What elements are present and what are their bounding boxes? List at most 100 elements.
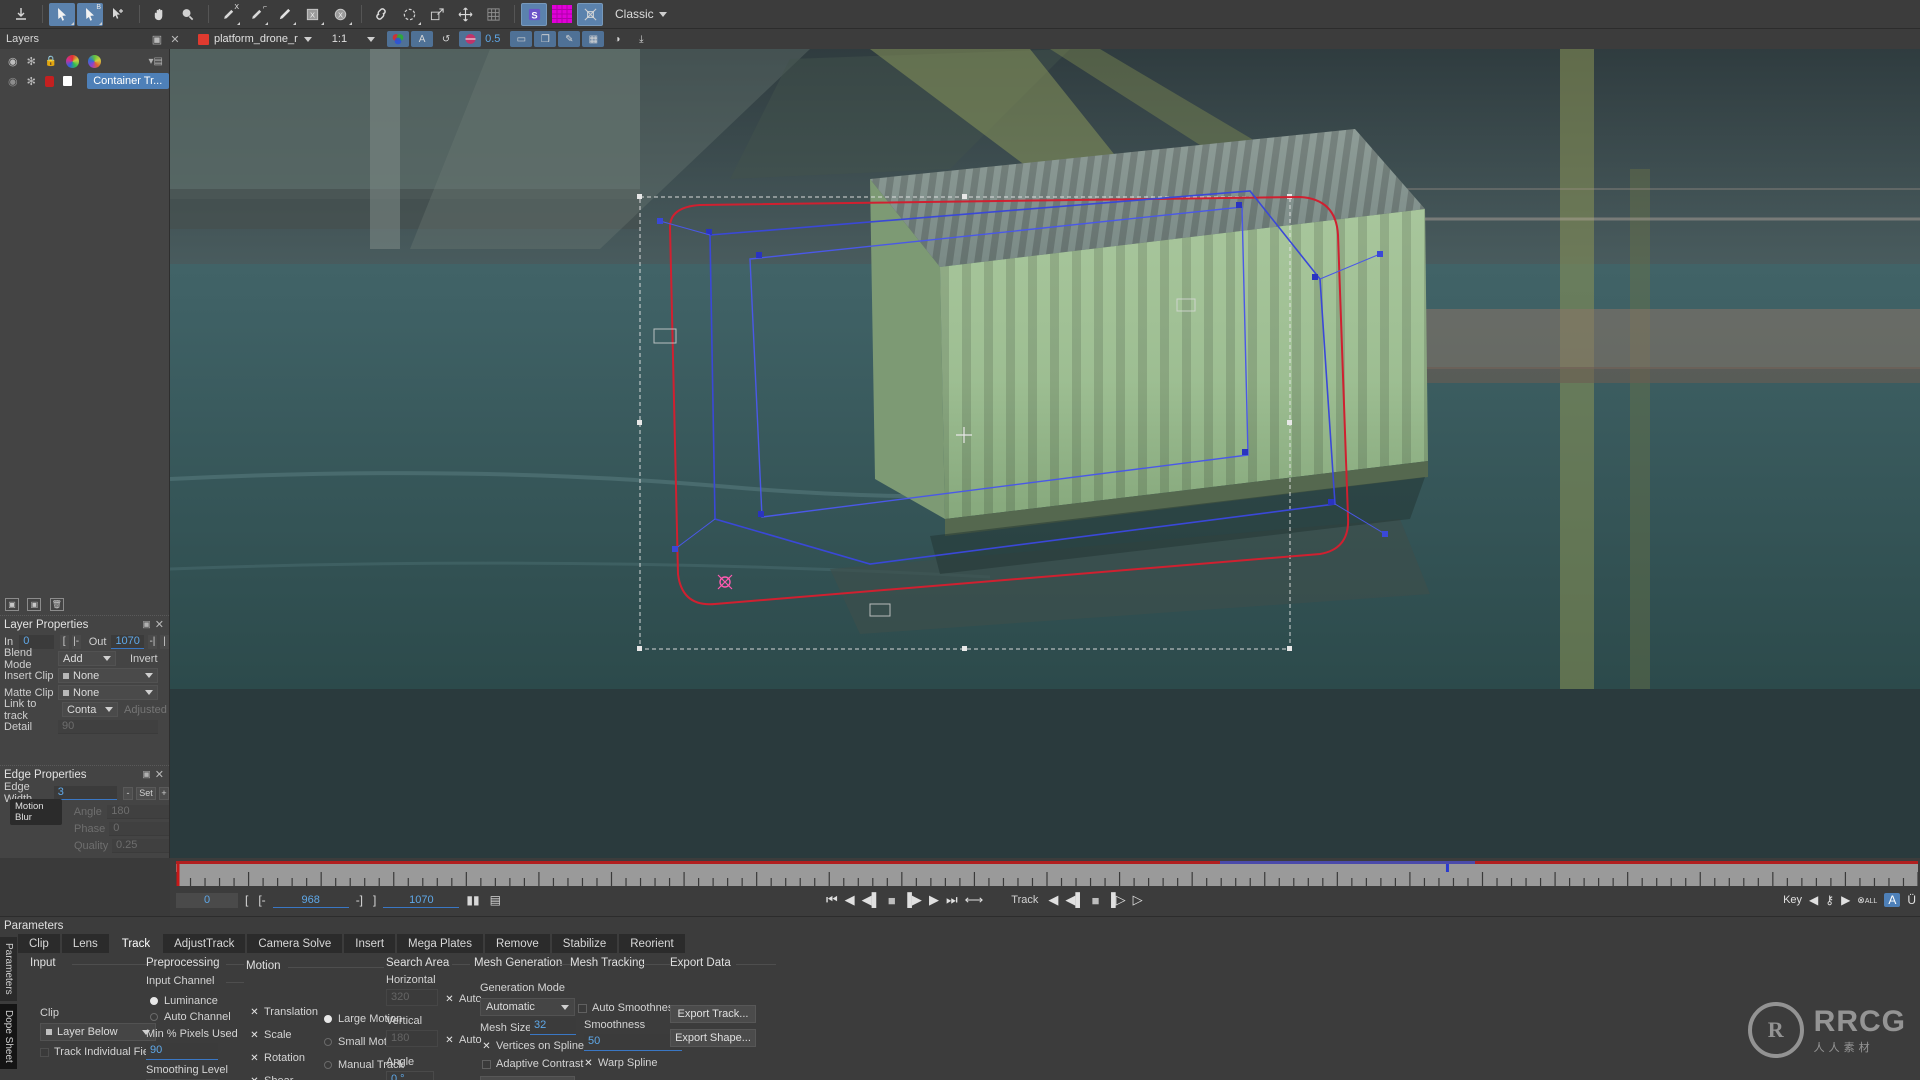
step-forward-button[interactable]: ▐▶ (903, 892, 922, 908)
translation-checkbox[interactable]: ✕ Translation (250, 1006, 318, 1018)
angle-field[interactable]: 180 (107, 804, 169, 819)
pin-icon[interactable]: ▣ (142, 619, 151, 630)
layers-menu-icon[interactable]: ▾▤ (149, 56, 163, 67)
phase-field[interactable]: 0 (109, 821, 169, 836)
matte-color-icon[interactable] (66, 54, 80, 68)
matte-clip-dropdown[interactable]: None (58, 685, 158, 700)
xspline-tool[interactable]: X (215, 3, 241, 26)
tab-parameters-vertical[interactable]: Parameters (0, 937, 17, 1001)
track-step-forward-button[interactable]: ▐▷ (1106, 892, 1125, 908)
loop-button[interactable]: ⟷ (965, 892, 984, 908)
tab-adjusttrack[interactable]: AdjustTrack (163, 934, 246, 953)
stabilize-s-icon[interactable]: S (521, 2, 547, 26)
out-point-field[interactable]: 1070 (383, 892, 460, 908)
list-item[interactable]: ◉ ✻ Container Tr... (0, 71, 169, 91)
transform-icon[interactable] (424, 3, 450, 26)
move-tool[interactable] (452, 3, 478, 26)
goto-out-button[interactable]: -] (353, 893, 366, 907)
unlink-keyframe-icon[interactable]: Ü (1907, 893, 1916, 907)
spline-color-icon[interactable] (88, 54, 102, 68)
tab-remove[interactable]: Remove (484, 934, 550, 953)
tab-mega-plates[interactable]: Mega Plates (397, 934, 483, 953)
invert-checkbox[interactable]: Invert (130, 653, 158, 665)
edge-width-decrement-button[interactable]: - (123, 786, 133, 800)
out-field[interactable]: 1070 (111, 634, 144, 649)
pan-hand-tool[interactable] (146, 3, 172, 26)
tab-camera-solve[interactable]: Camera Solve (247, 934, 343, 953)
go-to-start-button[interactable]: ⏮ (826, 892, 838, 908)
export-track-button[interactable]: Export Track... (670, 1005, 756, 1023)
quality-field[interactable]: 0.25 (112, 838, 169, 853)
set-in-bracket-button[interactable]: [ (59, 634, 69, 649)
edge-width-field[interactable]: 3 (53, 786, 117, 800)
goto-in-bracket-button[interactable]: |- (71, 634, 81, 649)
go-to-end-button[interactable]: ⏭ (946, 892, 958, 908)
add-keyframe-icon[interactable]: ⚷ (1825, 893, 1834, 907)
surface-icon[interactable] (577, 2, 603, 26)
clip-dropdown[interactable]: Layer Below (40, 1023, 156, 1041)
autokey-toggle[interactable]: A (1884, 893, 1901, 907)
tab-clip[interactable]: Clip (18, 934, 60, 953)
rotation-checkbox[interactable]: ✕ Rotation (250, 1052, 305, 1064)
prev-keyframe-button[interactable]: ◀ (1809, 893, 1818, 907)
current-frame-field[interactable]: 0 (176, 892, 238, 908)
mesh-size-field[interactable]: 32 (530, 1018, 576, 1035)
new-layer-group-icon[interactable]: ▣ (5, 598, 19, 611)
pin-icon[interactable]: ▣ (142, 769, 151, 780)
goto-in-button[interactable]: [- (255, 893, 268, 907)
vertical-field[interactable]: 180 (386, 1030, 438, 1047)
min-pixels-used-field[interactable]: 90 (146, 1043, 218, 1060)
reset-range-icon[interactable]: ▤ (487, 893, 504, 907)
tab-insert[interactable]: Insert (344, 934, 396, 953)
viewer-canvas[interactable] (170, 49, 1920, 858)
tab-lens[interactable]: Lens (61, 934, 109, 953)
play-backward-button[interactable]: ◀ (845, 892, 855, 908)
generate-mesh-button[interactable]: Generate mesh (480, 1076, 575, 1080)
color-channels-icon[interactable] (387, 31, 410, 47)
delete-layer-icon[interactable]: 🗑 (49, 598, 64, 611)
set-out-bracket-button[interactable]: | (159, 634, 170, 649)
trim-range-icon[interactable]: ▮▮ (463, 893, 482, 907)
clip-name-label[interactable]: platform_drone_r (214, 33, 298, 45)
layer-spline-color-swatch[interactable] (63, 76, 73, 86)
layout-preset-dropdown[interactable]: Classic (615, 7, 667, 21)
link-layer-icon[interactable] (368, 3, 394, 26)
next-keyframe-button[interactable]: ▶ (1841, 893, 1850, 907)
track-forward-button[interactable]: ▷ (1133, 892, 1143, 908)
luminance-radio[interactable]: Luminance (150, 995, 218, 1007)
stereo-icon[interactable]: ◑ (606, 31, 628, 47)
magenta-grid-icon[interactable] (549, 3, 575, 26)
scale-checkbox[interactable]: ✕ Scale (250, 1029, 291, 1041)
track-individual-fields-checkbox[interactable]: Track Individual Fields (40, 1046, 163, 1058)
layer-matte-color-swatch[interactable] (44, 75, 55, 87)
magnetic-spline-icon[interactable] (396, 3, 422, 26)
detail-field[interactable]: 90 (58, 719, 158, 734)
bezier-spline-tool[interactable]: ⌐ (243, 3, 269, 26)
adaptive-contrast-checkbox[interactable]: Adaptive Contrast (482, 1058, 583, 1070)
edge-width-set-button[interactable]: Set (136, 786, 156, 800)
eye-icon[interactable]: ◉ (8, 55, 18, 68)
grid-icon[interactable]: ▦ (582, 31, 605, 47)
shear-checkbox[interactable]: ✕Shear (250, 1075, 293, 1080)
lock-toggle-icon[interactable]: ✻ (27, 55, 36, 68)
horizontal-field[interactable]: 320 (386, 989, 438, 1006)
zoom-chevron-down-icon[interactable] (367, 36, 376, 42)
rectangle-tool[interactable]: X (299, 3, 325, 26)
motion-blur-toggle[interactable]: Motion Blur (10, 798, 62, 825)
close-icon[interactable]: ✕ (168, 32, 182, 46)
freehand-spline-tool[interactable] (271, 3, 297, 26)
in-point-field[interactable]: 968 (272, 892, 349, 908)
ellipse-tool[interactable]: X (327, 3, 353, 26)
angle-field[interactable]: 0 ° (386, 1071, 434, 1080)
delete-all-keyframes-icon[interactable]: ⊗ALL (1857, 895, 1877, 906)
timeline-ruler[interactable] (175, 864, 1919, 886)
close-icon[interactable]: ✕ (155, 768, 164, 781)
layer-name-label[interactable]: Container Tr... (87, 73, 169, 89)
set-out-button[interactable]: ] (370, 893, 379, 907)
generation-mode-dropdown[interactable]: Automatic (480, 998, 575, 1016)
insert-clip-dropdown[interactable]: None (58, 668, 158, 683)
stop-button[interactable]: ■ (888, 893, 896, 908)
add-point-tool[interactable] (105, 3, 131, 26)
blend-mode-dropdown[interactable]: Add (58, 651, 116, 666)
dual-monitor-icon[interactable]: ❒ (534, 31, 557, 47)
